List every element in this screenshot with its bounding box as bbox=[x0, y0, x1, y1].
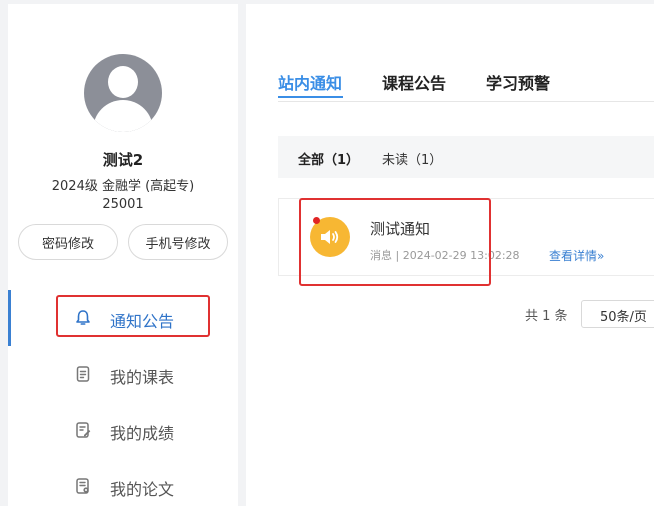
highlight-box-nav bbox=[56, 295, 210, 337]
change-phone-button[interactable]: 手机号修改 bbox=[128, 224, 228, 260]
pagination: 共 1 条 50条/页 bbox=[278, 300, 654, 328]
highlight-box-notice bbox=[299, 198, 491, 286]
user-class: 2024级 金融学 (高起专) bbox=[51, 179, 195, 194]
filter-bar: 全部（1） 未读（1） bbox=[278, 136, 654, 178]
avatar bbox=[84, 54, 162, 132]
change-password-button[interactable]: 密码修改 bbox=[18, 224, 118, 260]
document-icon bbox=[76, 366, 90, 382]
view-detail-link[interactable]: 查看详情» bbox=[549, 247, 604, 264]
pager-total: 共 1 条 bbox=[525, 309, 568, 324]
page-size-select[interactable]: 50条/页 bbox=[581, 300, 654, 328]
paper-icon bbox=[76, 478, 89, 494]
active-tab-underline bbox=[278, 96, 343, 98]
user-id: 25001 bbox=[102, 197, 144, 212]
tab-divider bbox=[278, 101, 654, 102]
tab-course-announcements[interactable]: 课程公告 bbox=[382, 70, 446, 100]
sidebar: 测试2 2024级 金融学 (高起专) 25001 密码修改 手机号修改 通知公… bbox=[8, 4, 238, 506]
filter-unread[interactable]: 未读（1） bbox=[382, 149, 442, 168]
sidebar-item-label: 我的论文 bbox=[110, 480, 175, 499]
sidebar-item-schedule[interactable]: 我的课表 bbox=[8, 352, 238, 396]
sidebar-item-label: 我的课表 bbox=[110, 368, 175, 387]
user-name: 测试2 bbox=[102, 151, 144, 169]
sidebar-item-label: 我的成绩 bbox=[110, 424, 175, 443]
edit-document-icon bbox=[76, 422, 91, 438]
main-content: 站内通知 课程公告 学习预警 全部（1） 未读（1） 测试通知 消息 | 202… bbox=[246, 4, 654, 506]
filter-all[interactable]: 全部（1） bbox=[298, 149, 359, 168]
tab-study-warnings[interactable]: 学习预警 bbox=[486, 70, 550, 100]
sidebar-item-grades[interactable]: 我的成绩 bbox=[8, 408, 238, 452]
sidebar-item-thesis[interactable]: 我的论文 bbox=[8, 464, 238, 506]
